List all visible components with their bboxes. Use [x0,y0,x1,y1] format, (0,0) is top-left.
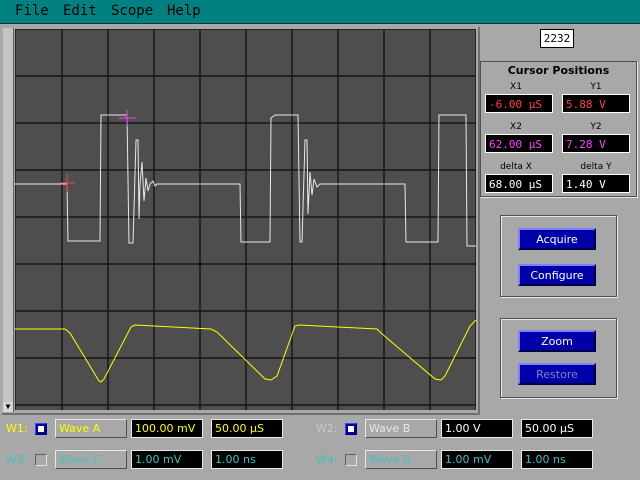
w1-label: W1: [6,422,28,435]
cursor-positions-title: Cursor Positions [507,64,610,77]
y2-value: 7.28 V [562,134,630,153]
delta-y-value: 1.40 V [562,174,630,193]
scroll-down-arrow-icon[interactable]: ▼ [3,402,13,412]
menu-help[interactable]: Help [167,3,201,19]
delta-y-label: delta Y [580,162,612,172]
menu-bar: File Edit Scope Help [0,0,640,24]
w3-name-field[interactable]: Wave C [55,450,127,469]
menu-edit[interactable]: Edit [63,3,97,19]
x1-label: X1 [510,82,522,92]
counter-display: 2232 [540,29,574,48]
w2-label: W2: [316,422,338,435]
w4-label: W4: [316,453,338,466]
vertical-scrollbar[interactable]: ▼ [3,28,14,412]
w2-enable-checkbox[interactable] [345,423,357,435]
menu-file[interactable]: File [15,3,49,19]
scope-graph [15,29,476,410]
w2-name-field[interactable]: Wave B [365,419,437,438]
w4-volts-field[interactable]: 1.00 mV [441,450,513,469]
scope-grid [15,29,476,410]
x2-value: 62.00 µS [485,134,553,153]
w3-time-field[interactable]: 1.00 ns [211,450,283,469]
w4-name-field[interactable]: Wave D [365,450,437,469]
zoom-group: Zoom Restore [500,318,617,398]
cursor-positions-panel: Cursor Positions X1 Y1 -6.00 µS 5.88 V X… [480,61,637,197]
w1-enable-checkbox[interactable] [35,423,47,435]
restore-button[interactable]: Restore [518,363,596,385]
y1-value: 5.88 V [562,94,630,113]
menu-scope[interactable]: Scope [111,3,153,19]
w2-volts-field[interactable]: 1.00 V [441,419,513,438]
oscilloscope-display[interactable] [15,29,476,410]
delta-x-label: delta X [500,162,532,172]
configure-button[interactable]: Configure [518,264,596,286]
delta-x-value: 68.00 µS [485,174,553,193]
w1-time-field[interactable]: 50.00 µS [211,419,283,438]
acquisition-group: Acquire Configure [500,215,617,297]
w1-name-field[interactable]: Wave A [55,419,127,438]
w3-label: W3: [6,453,28,466]
w1-volts-field[interactable]: 100.00 mV [131,419,203,438]
w3-volts-field[interactable]: 1.00 mV [131,450,203,469]
y1-label: Y1 [590,82,602,92]
w2-time-field[interactable]: 50.00 µS [521,419,593,438]
y2-label: Y2 [590,122,602,132]
x1-value: -6.00 µS [485,94,553,113]
zoom-button[interactable]: Zoom [518,330,596,352]
x2-label: X2 [510,122,522,132]
w4-enable-checkbox[interactable] [345,454,357,466]
w4-time-field[interactable]: 1.00 ns [521,450,593,469]
acquire-button[interactable]: Acquire [518,228,596,250]
w3-enable-checkbox[interactable] [35,454,47,466]
